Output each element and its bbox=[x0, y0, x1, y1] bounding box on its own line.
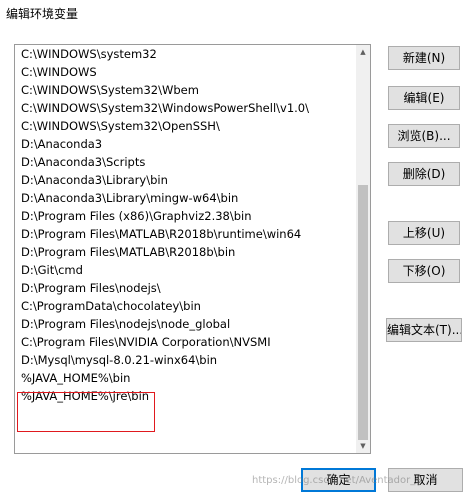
browse-button[interactable]: 浏览(B)... bbox=[388, 124, 460, 148]
scroll-up-arrow-icon[interactable]: ▲ bbox=[356, 45, 370, 59]
move-up-button[interactable]: 上移(U) bbox=[388, 221, 460, 245]
title-bar: 编辑环境变量 bbox=[0, 0, 474, 28]
move-down-button[interactable]: 下移(O) bbox=[388, 259, 460, 283]
path-list-item[interactable]: C:\WINDOWS\System32\OpenSSH\ bbox=[15, 117, 356, 135]
path-list-item[interactable]: D:\Program Files\MATLAB\R2018b\runtime\w… bbox=[15, 225, 356, 243]
path-list-item[interactable]: D:\Program Files\MATLAB\R2018b\bin bbox=[15, 243, 356, 261]
path-list-item[interactable]: %JAVA_HOME%\jre\bin bbox=[15, 387, 356, 405]
path-list-item[interactable]: D:\Program Files\nodejs\ bbox=[15, 279, 356, 297]
path-list-rows: C:\WINDOWS\system32 C:\WINDOWS C:\WINDOWS\… bbox=[15, 45, 356, 405]
path-list-item[interactable]: D:\Anaconda3\Library\mingw-w64\bin bbox=[15, 189, 356, 207]
path-list-item[interactable]: C:\WINDOWS\System32\Wbem bbox=[15, 81, 356, 99]
path-list-item[interactable]: C:\Program Files\NVIDIA Corporation\NVSM… bbox=[15, 333, 356, 351]
edit-button[interactable]: 编辑(E) bbox=[388, 86, 460, 110]
path-list-item[interactable]: D:\Git\cmd bbox=[15, 261, 356, 279]
edit-text-button[interactable]: 编辑文本(T)... bbox=[386, 318, 462, 342]
new-button[interactable]: 新建(N) bbox=[388, 46, 460, 70]
window-title: 编辑环境变量 bbox=[6, 7, 79, 21]
path-list-item[interactable]: C:\WINDOWS\System32\WindowsPowerShell\v1… bbox=[15, 99, 356, 117]
vertical-scrollbar[interactable]: ▲ ▼ bbox=[356, 45, 370, 453]
scroll-thumb[interactable] bbox=[358, 185, 368, 440]
path-list-item[interactable]: D:\Program Files (x86)\Graphviz2.38\bin bbox=[15, 207, 356, 225]
path-list-item[interactable]: D:\Mysql\mysql-8.0.21-winx64\bin bbox=[15, 351, 356, 369]
path-list[interactable]: C:\WINDOWS\system32 C:\WINDOWS C:\WINDOWS\… bbox=[14, 44, 371, 454]
delete-button[interactable]: 删除(D) bbox=[388, 162, 460, 186]
path-list-item[interactable]: C:\WINDOWS bbox=[15, 63, 356, 81]
path-list-item[interactable]: D:\Anaconda3\Scripts bbox=[15, 153, 356, 171]
path-list-item[interactable]: C:\WINDOWS\system32 bbox=[15, 45, 356, 63]
path-list-item[interactable]: C:\ProgramData\chocolatey\bin bbox=[15, 297, 356, 315]
path-list-item[interactable]: %JAVA_HOME%\bin bbox=[15, 369, 356, 387]
path-list-item[interactable]: D:\Anaconda3 bbox=[15, 135, 356, 153]
scroll-down-arrow-icon[interactable]: ▼ bbox=[356, 439, 370, 453]
path-list-item[interactable]: D:\Anaconda3\Library\bin bbox=[15, 171, 356, 189]
path-list-item[interactable]: D:\Program Files\nodejs\node_global bbox=[15, 315, 356, 333]
watermark: https://blog.csdn.net/Aventador_S bbox=[252, 475, 422, 486]
